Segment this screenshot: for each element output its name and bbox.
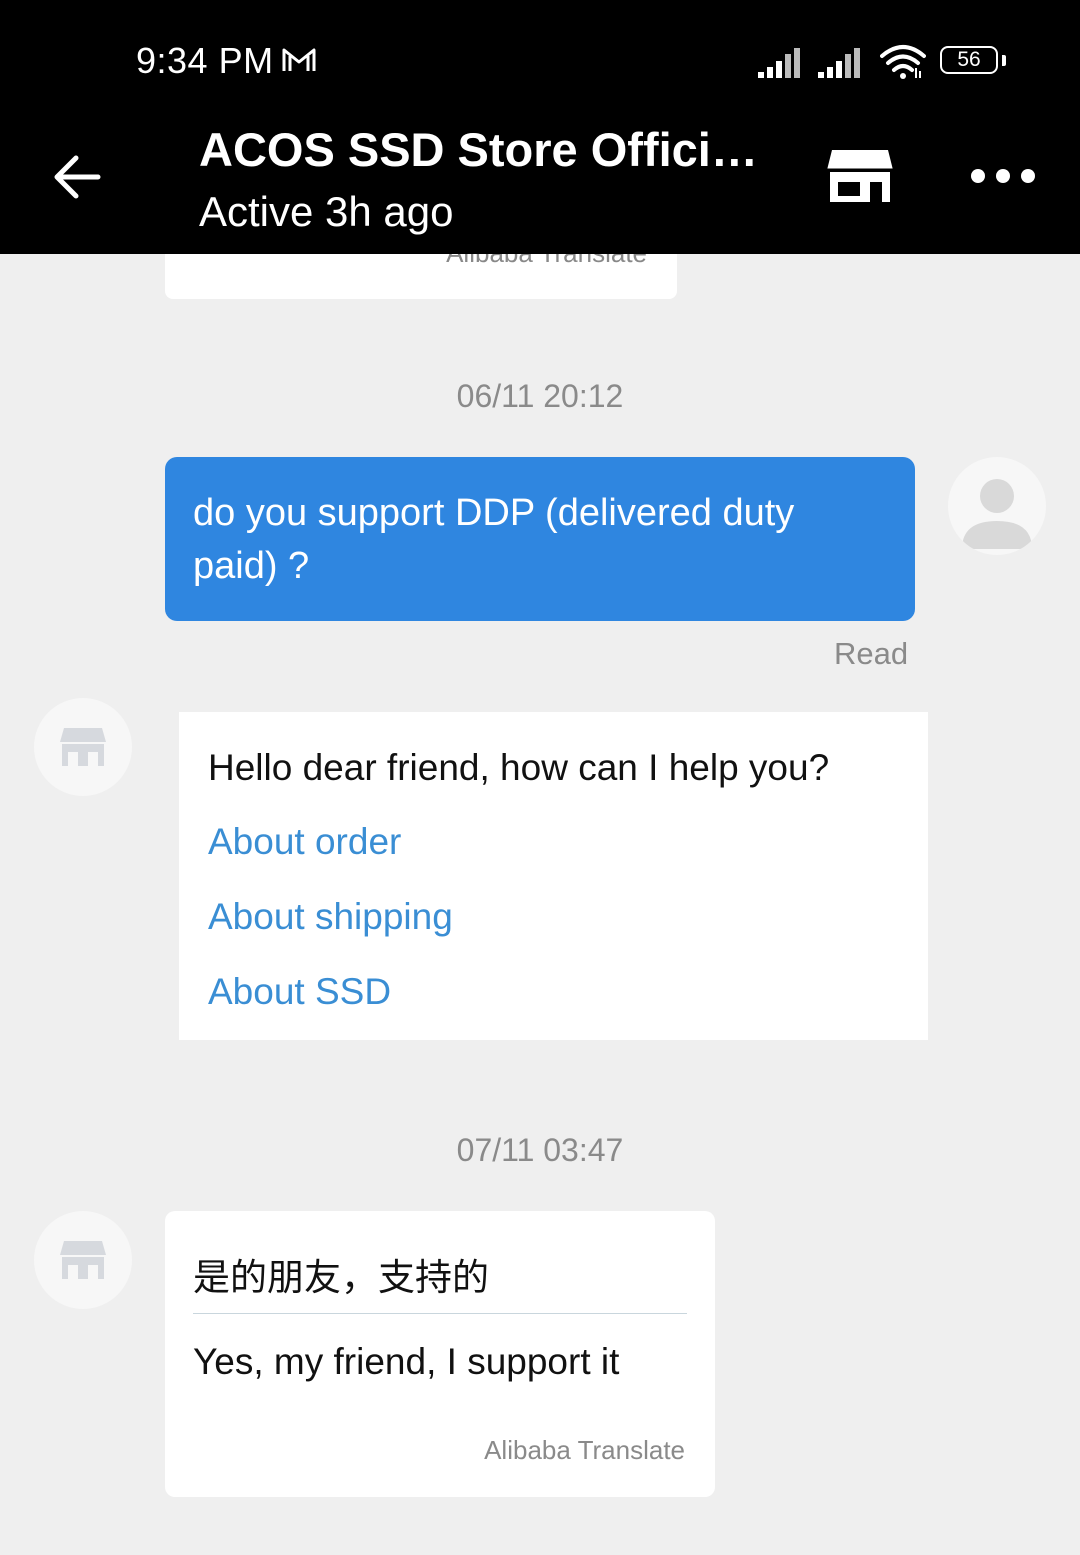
store-icon [60, 728, 106, 766]
incoming-message[interactable]: 是的朋友，支持的 Yes, my friend, I support it Al… [165, 1211, 715, 1497]
battery-icon: 56 [940, 46, 1006, 78]
store-icon [60, 1241, 106, 1279]
back-arrow-icon[interactable] [52, 153, 102, 206]
chat-title: ACOS SSD Store Official... [199, 123, 779, 176]
store-avatar[interactable] [34, 698, 132, 796]
signal-icon [818, 46, 866, 83]
signal-icon [758, 46, 806, 83]
menu-option-ssd[interactable]: About SSD [208, 968, 899, 1016]
top-bar: 9:34 PM 56 ACOS SSD Store Official... Ac… [0, 0, 1080, 254]
user-avatar[interactable] [948, 457, 1046, 555]
status-time: 9:34 PM [136, 40, 274, 81]
timestamp: 07/11 03:47 [456, 1132, 624, 1168]
translate-credit: Alibaba Translate [484, 1435, 685, 1465]
menu-option-order[interactable]: About order [208, 818, 899, 866]
auto-reply-menu: Hello dear friend, how can I help you? A… [179, 712, 928, 1040]
more-options-icon[interactable] [968, 166, 1038, 191]
translated-text: Yes, my friend, I support it [193, 1341, 620, 1382]
menu-greeting: Hello dear friend, how can I help you? [208, 747, 830, 788]
battery-level: 56 [940, 46, 998, 74]
active-status: Active 3h ago [199, 188, 454, 235]
store-avatar[interactable] [34, 1211, 132, 1309]
divider [193, 1313, 687, 1314]
outgoing-message[interactable]: do you support DDP (delivered duty paid)… [165, 457, 915, 621]
gmail-icon [282, 47, 316, 78]
menu-option-shipping[interactable]: About shipping [208, 893, 899, 941]
store-icon[interactable] [826, 148, 894, 209]
read-receipt: Read [834, 636, 909, 671]
timestamp: 06/11 20:12 [456, 378, 624, 414]
wifi-icon [880, 44, 926, 85]
original-text: 是的朋友，支持的 [193, 1257, 489, 1298]
person-icon [962, 479, 1032, 549]
